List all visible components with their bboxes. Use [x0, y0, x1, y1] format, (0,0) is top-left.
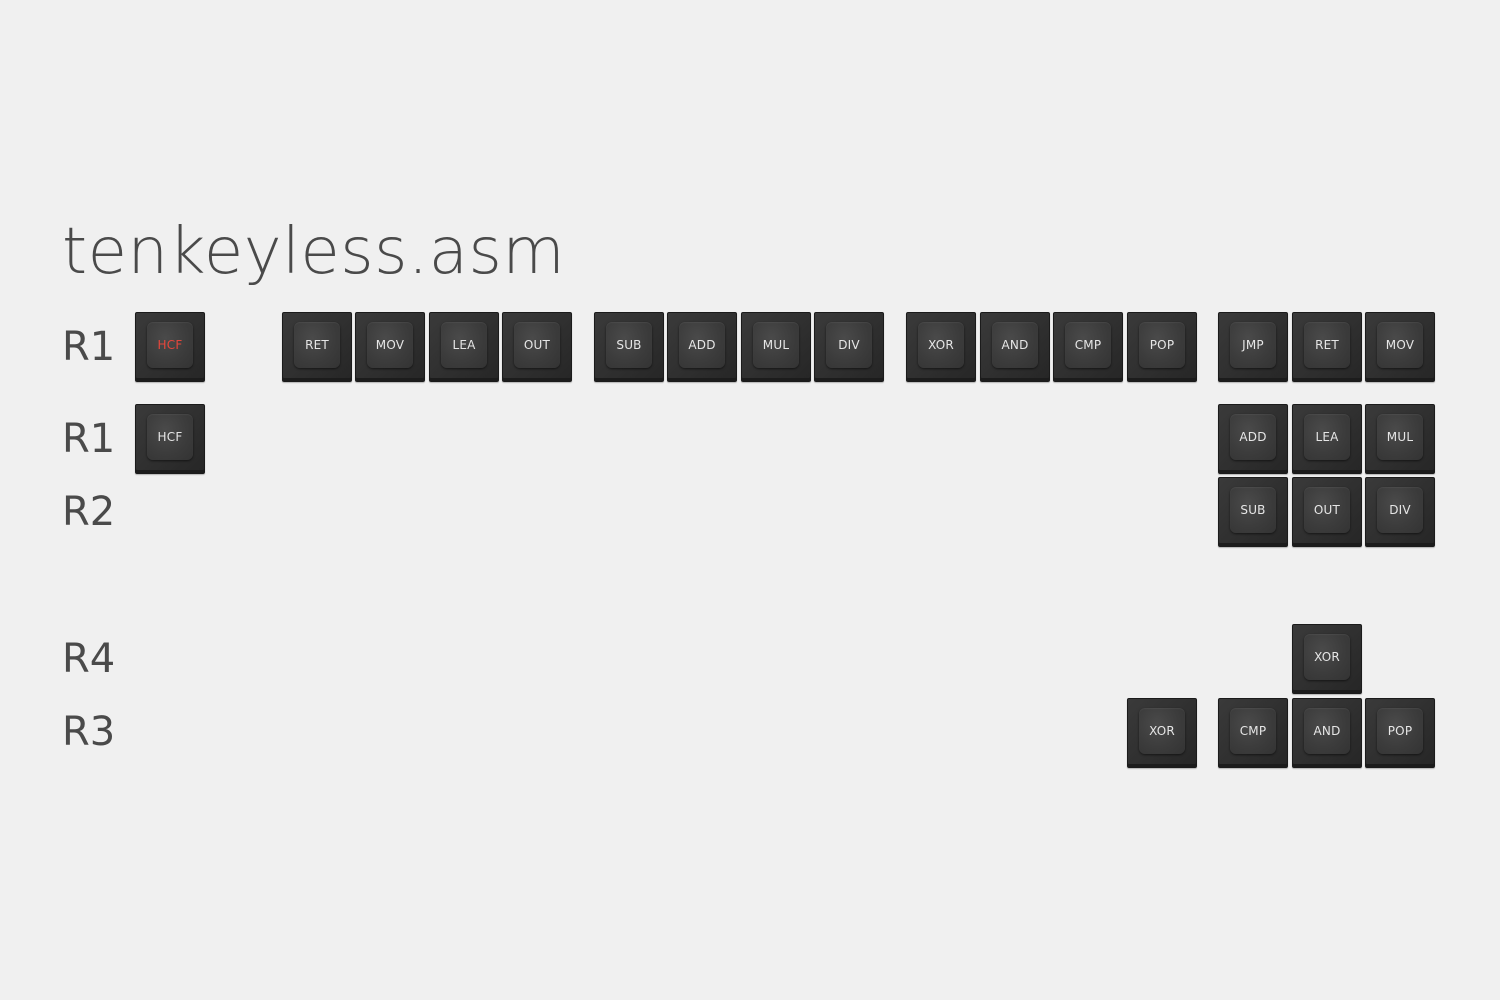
keycap[interactable]: SUB — [594, 312, 664, 382]
keycap[interactable]: LEA — [1292, 404, 1362, 474]
keycap-top: POP — [1139, 322, 1185, 368]
keycap[interactable]: XOR — [1292, 624, 1362, 694]
keycap-legend: SUB — [616, 338, 642, 352]
keycap-top: XOR — [918, 322, 964, 368]
keycap-legend: HCF — [157, 430, 183, 444]
keycap-top: JMP — [1230, 322, 1276, 368]
keycap-top: RET — [1304, 322, 1350, 368]
keycap-top: DIV — [826, 322, 872, 368]
keycap[interactable]: MOV — [1365, 312, 1435, 382]
keycap-legend: MUL — [1386, 430, 1414, 444]
keycap-legend: RET — [1315, 338, 1339, 352]
row-label-r4: R4 — [62, 636, 116, 682]
keycap-legend: LEA — [1315, 430, 1339, 444]
keycap[interactable]: LEA — [429, 312, 499, 382]
keycap-legend: POP — [1387, 724, 1413, 738]
keycap[interactable]: CMP — [1053, 312, 1123, 382]
keycap[interactable]: DIV — [1365, 477, 1435, 547]
keycap-legend: POP — [1149, 338, 1175, 352]
keycap-top: CMP — [1230, 708, 1276, 754]
keycap-top: MUL — [1377, 414, 1423, 460]
keycap[interactable]: HCF — [135, 404, 205, 474]
keycap[interactable]: CMP — [1218, 698, 1288, 768]
keycap-top: ADD — [679, 322, 725, 368]
keycap-legend: DIV — [838, 338, 860, 352]
keycap[interactable]: POP — [1365, 698, 1435, 768]
keycap-top: ADD — [1230, 414, 1276, 460]
keycap-top: RET — [294, 322, 340, 368]
keycap[interactable]: ADD — [667, 312, 737, 382]
keycap-legend: SUB — [1240, 503, 1266, 517]
keycap-top: OUT — [1304, 487, 1350, 533]
keycap-legend: HCF — [157, 338, 183, 352]
keycap[interactable]: OUT — [502, 312, 572, 382]
keycap-top: POP — [1377, 708, 1423, 754]
keycap[interactable]: OUT — [1292, 477, 1362, 547]
keycap-top: MUL — [753, 322, 799, 368]
keycap[interactable]: ADD — [1218, 404, 1288, 474]
keycap-legend: AND — [1001, 338, 1029, 352]
keycap-legend: XOR — [928, 338, 954, 352]
keycap-legend: JMP — [1242, 338, 1264, 352]
keycap[interactable]: POP — [1127, 312, 1197, 382]
row-label-r1-alt: R1 — [62, 416, 116, 462]
keycap-legend: ADD — [1239, 430, 1267, 444]
keycap[interactable]: AND — [980, 312, 1050, 382]
keycap-legend: RET — [305, 338, 329, 352]
keycap-top: HCF — [147, 322, 193, 368]
keycap-top: LEA — [1304, 414, 1350, 460]
keycap[interactable]: MOV — [355, 312, 425, 382]
row-label-r3: R3 — [62, 709, 116, 755]
keycap[interactable]: XOR — [906, 312, 976, 382]
keycap-legend: XOR — [1314, 650, 1340, 664]
keycap-top: AND — [992, 322, 1038, 368]
keycap-top: LEA — [441, 322, 487, 368]
keycap-legend: LEA — [452, 338, 476, 352]
keycap-top: SUB — [606, 322, 652, 368]
keycap-legend: CMP — [1074, 338, 1102, 352]
keycap[interactable]: RET — [282, 312, 352, 382]
keycap-legend: OUT — [1313, 503, 1341, 517]
keycap-top: SUB — [1230, 487, 1276, 533]
keycap-legend: MOV — [375, 338, 405, 352]
keycap-top: XOR — [1304, 634, 1350, 680]
row-label-r1: R1 — [62, 324, 116, 370]
keycap-legend: OUT — [523, 338, 551, 352]
keycap[interactable]: RET — [1292, 312, 1362, 382]
keycap-top: XOR — [1139, 708, 1185, 754]
keycap-top: AND — [1304, 708, 1350, 754]
keycap-legend: ADD — [688, 338, 716, 352]
keycap[interactable]: AND — [1292, 698, 1362, 768]
keycap-legend: AND — [1313, 724, 1341, 738]
keycap[interactable]: MUL — [741, 312, 811, 382]
keycap-top: MOV — [1377, 322, 1423, 368]
keycap[interactable]: MUL — [1365, 404, 1435, 474]
keycap-top: DIV — [1377, 487, 1423, 533]
keycap[interactable]: JMP — [1218, 312, 1288, 382]
keycap-legend: XOR — [1149, 724, 1175, 738]
page-title: tenkeyless.asm — [62, 215, 566, 289]
keycap-legend: CMP — [1239, 724, 1267, 738]
keycap[interactable]: XOR — [1127, 698, 1197, 768]
keycap[interactable]: HCF — [135, 312, 205, 382]
keycap-top: HCF — [147, 414, 193, 460]
keycap-top: MOV — [367, 322, 413, 368]
keycap-top: OUT — [514, 322, 560, 368]
keycap[interactable]: DIV — [814, 312, 884, 382]
row-label-r2: R2 — [62, 489, 116, 535]
keycap-top: CMP — [1065, 322, 1111, 368]
keycap-legend: MUL — [762, 338, 790, 352]
keycap-legend: MOV — [1385, 338, 1415, 352]
keycap[interactable]: SUB — [1218, 477, 1288, 547]
keycap-legend: DIV — [1389, 503, 1411, 517]
